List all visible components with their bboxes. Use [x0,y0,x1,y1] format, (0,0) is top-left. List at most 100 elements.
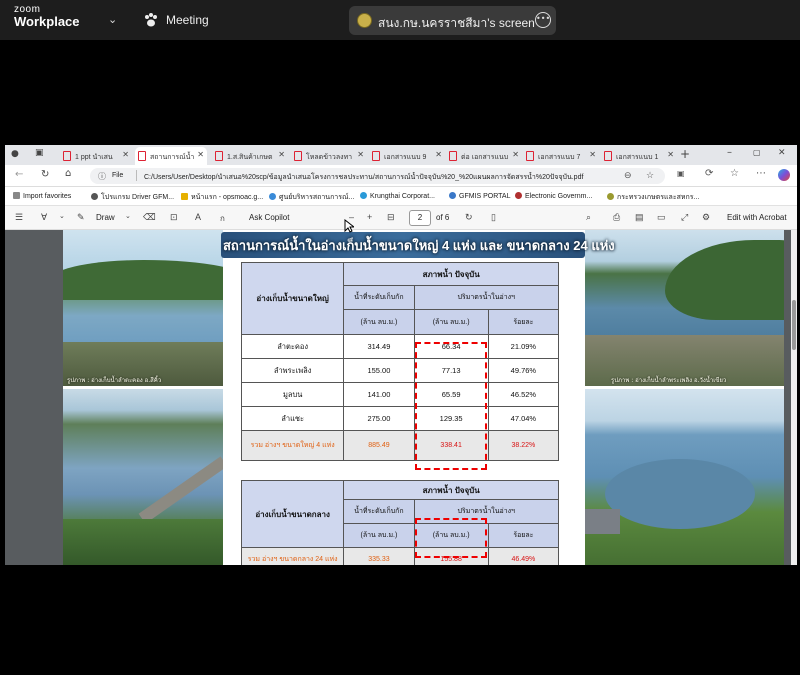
paw-icon[interactable] [143,12,159,28]
eraser-icon[interactable]: ⌫ [143,212,156,223]
bookmark-item[interactable]: Import favorites [13,192,71,200]
close-icon[interactable]: ✕ [435,150,442,159]
col-header-volume: ปริมาตรน้ำในอ่างฯ [413,499,560,524]
url-text: C:/Users/User/Desktop/นำเสนอ%20scp/ข้อมู… [144,174,584,181]
meeting-label[interactable]: Meeting [166,13,209,27]
medium-reservoir-table: อ่างเก็บน้ำขนาดกลาง สภาพน้ำ ปัจจุบัน น้ำ… [240,480,560,565]
close-icon[interactable]: ✕ [278,150,285,159]
zoom-in-icon[interactable]: + [367,212,372,222]
close-icon[interactable]: ✕ [512,150,519,159]
col-header-capacity: น้ำที่ระดับเก็บกัก [343,285,415,310]
bookmark-item[interactable]: Electronic Governm... [515,192,592,200]
bookmark-item[interactable]: Krungthai Corporat... [360,192,435,200]
pdf-icon [215,151,223,161]
pdf-viewer[interactable]: รูปภาพ : อ่างเก็บน้ำลำตะคอง อ.สีคิ้ว รูป… [5,230,791,565]
page-number-input[interactable]: 2 [409,210,431,226]
fullscreen-icon[interactable]: ⤢ [681,212,688,223]
minimize-icon[interactable]: – [727,147,732,158]
tab-3[interactable]: 1.ส.สินค้าเกษต ✕ [212,147,288,165]
copilot-icon[interactable] [778,169,790,181]
contents-icon[interactable]: ☰ [15,212,23,223]
draw-label[interactable]: Draw [96,213,115,222]
table-row: ลำตะคอง 314.49 66.34 21.09% [240,334,560,359]
reservoir-photo-left-lower [63,389,241,565]
unit-capacity: (ล้าน ลบ.ม.) [343,309,415,335]
table-total-row: รวม อ่างฯ ขนาดกลาง 24 แห่ง 335.33 155.88… [240,547,560,565]
more-icon[interactable]: ⋯ [756,168,766,179]
chevron-down-icon[interactable]: ⌄ [125,212,131,220]
text-box-icon[interactable]: ⊡ [170,212,178,223]
reader-icon[interactable]: ▣ [677,169,685,178]
print-icon[interactable]: ⎙ [613,212,620,223]
tab-6[interactable]: ต่อ เอกสารแนบ ✕ [446,147,522,165]
search-icon[interactable]: ⌕ [586,212,591,223]
close-icon[interactable]: ✕ [589,150,596,159]
draw-icon[interactable]: ✎ [77,212,85,223]
rotate-icon[interactable]: ↻ [465,212,473,223]
favorites-icon[interactable]: ☆ [730,168,739,179]
read-aloud-icon[interactable]: A [195,212,201,222]
pdf-icon [138,151,146,161]
col-header-name: อ่างเก็บน้ำขนาดใหญ่ [240,262,345,335]
tab-5[interactable]: เอกสารแนบ 9 ✕ [369,147,445,165]
address-bar: ← ↻ ⌂ ⓘ File C:/Users/User/Desktop/นำเสน… [5,165,797,187]
page-view-icon[interactable]: ▯ [491,212,496,223]
window-close-icon[interactable]: ✕ [778,148,786,158]
close-icon[interactable]: ✕ [122,150,129,159]
zoom-icon[interactable]: ⊖ [624,170,632,181]
zoom-workplace-logo[interactable]: zoom Workplace [14,5,80,29]
back-icon[interactable]: ← [15,169,23,180]
url-scheme: File [112,172,124,179]
save-as-icon[interactable]: ▤ [635,212,644,223]
scrollbar[interactable] [791,230,797,565]
pdf-icon [294,151,302,161]
maximize-icon[interactable]: ▢ [753,148,761,157]
settings-icon[interactable]: ⚙ [702,212,710,223]
zoom-top-bar: zoom Workplace ⌄ Meeting สนง.กษ.นครราชสี… [0,0,800,40]
bookmark-item[interactable]: GFMIS PORTAL [449,192,510,200]
profile-icon[interactable]: ● [11,149,19,159]
reservoir-photo-right: รูปภาพ : อ่างเก็บน้ำลำพระเพลิง อ.วังน้ำเ… [565,230,784,386]
highlight-icon[interactable]: ∀ [41,212,47,223]
col-header-status: สภาพน้ำ ปัจจุบัน [343,480,559,500]
star-icon[interactable]: ☆ [646,170,654,181]
save-icon[interactable]: ▭ [657,212,666,223]
fit-page-icon[interactable]: ⊟ [387,212,395,223]
brand-bottom: Workplace [14,14,80,29]
bookmark-item[interactable]: หน้าแรก - opsmoac.g... [181,192,263,203]
refresh-icon[interactable]: ↻ [41,169,49,180]
url-field[interactable]: ⓘ File C:/Users/User/Desktop/นำเสนอ%20sc… [90,168,665,184]
col-header-name: อ่างเก็บน้ำขนาดกลาง [240,480,345,548]
bookmark-item[interactable]: ศูนย์บริหารสถานการณ์... [269,192,354,203]
table-row: ลำแชะ 275.00 129.35 47.04% [240,406,560,431]
table-total-row: รวม อ่างฯ ขนาดใหญ่ 4 แห่ง 885.49 338.41 … [240,430,560,461]
divider [136,170,137,181]
home-icon[interactable]: ⌂ [65,168,71,179]
pdf-icon [604,151,612,161]
extension-icon[interactable]: ⟳ [705,168,713,179]
chevron-down-icon[interactable]: ⌄ [108,13,117,26]
translate-icon[interactable]: ก [220,212,225,225]
tab-2[interactable]: สถานการณ์น้ำ ✕ [135,147,207,165]
tab-7[interactable]: เอกสารแนบ 7 ✕ [523,147,599,165]
tab-1[interactable]: 1 ppt นำเสน ✕ [60,147,132,165]
screen-share-indicator[interactable]: สนง.กษ.นครราชสีมา's screen ••• [349,6,556,35]
edit-with-acrobat-button[interactable]: Edit with Acrobat [727,213,787,222]
tab-4[interactable]: โหลดข้าวลงทา ✕ [291,147,367,165]
tab-actions-icon[interactable]: ▣ [35,148,44,158]
more-options-icon[interactable]: ••• [535,12,551,28]
reservoir-photo-left: รูปภาพ : อ่างเก็บน้ำลำตะคอง อ.สีคิ้ว [63,230,241,386]
share-label: สนง.กษ.นครราชสีมา's screen [378,16,535,30]
scrollbar-thumb[interactable] [792,300,796,350]
chevron-down-icon[interactable]: ⌄ [59,212,65,220]
bookmark-item[interactable]: โปรแกรม Driver GFM... [91,192,174,203]
tab-8[interactable]: เอกสารแนบ 1 ✕ [601,147,677,165]
close-icon[interactable]: ✕ [667,150,674,159]
new-tab-icon[interactable]: + [680,147,690,161]
bookmark-item[interactable]: กระทรวงเกษตรและสหกร... [607,192,699,203]
close-icon[interactable]: ✕ [357,150,364,159]
ask-copilot-button[interactable]: Ask Copilot [249,213,289,222]
close-icon[interactable]: ✕ [197,150,204,159]
table-row: มูลบน 141.00 65.59 46.52% [240,382,560,407]
unit-volume: (ล้าน ลบ.ม.) [413,309,489,335]
